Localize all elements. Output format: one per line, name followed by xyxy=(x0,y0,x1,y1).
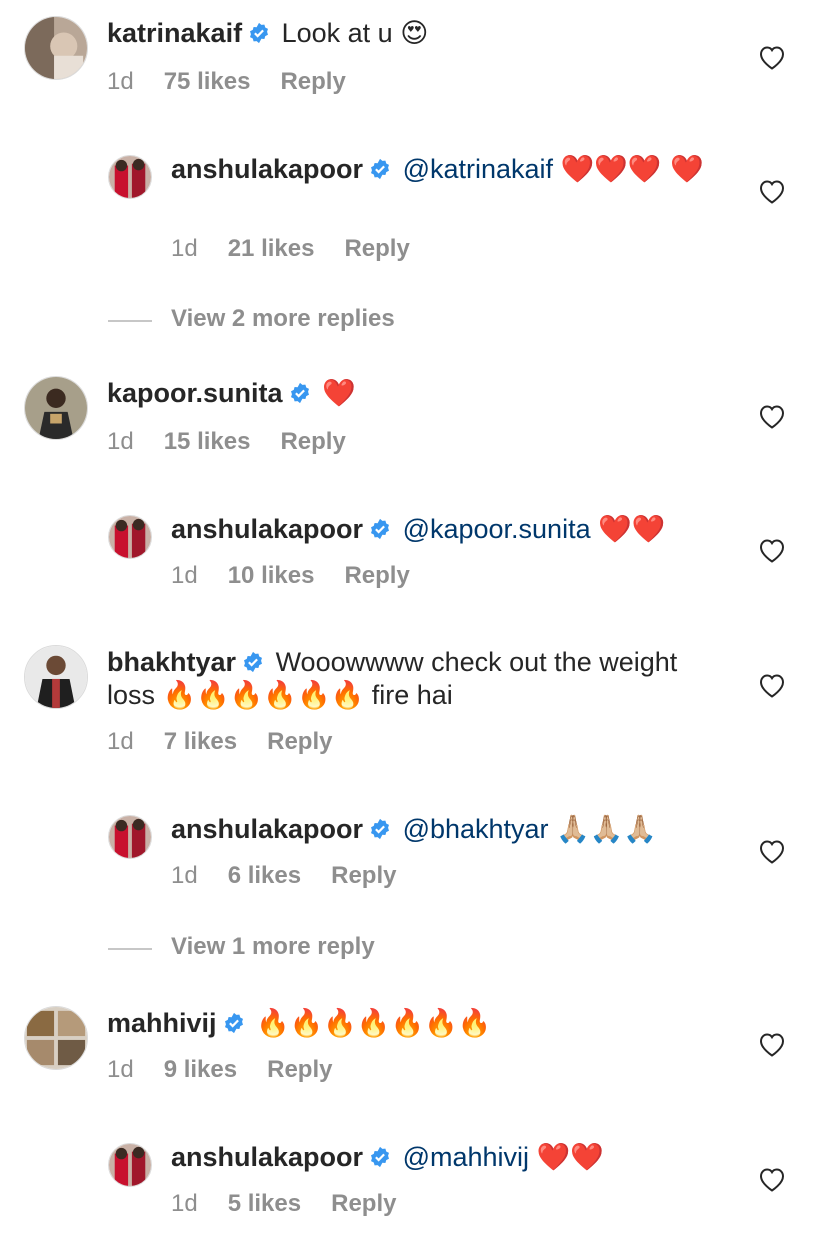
comment-time: 1d xyxy=(107,1056,134,1083)
avatar-anshulakapoor[interactable] xyxy=(108,155,152,199)
comment-likes[interactable]: 9 likes xyxy=(164,1056,237,1083)
reply-username[interactable]: anshulakapoor xyxy=(171,1142,363,1172)
avatar-kapoor-sunita[interactable] xyxy=(24,376,88,440)
comment-body: kapoor.sunita ❤️ xyxy=(107,377,727,410)
reply-username[interactable]: anshulakapoor xyxy=(171,814,363,844)
comment-emoji: 🔥🔥🔥🔥🔥🔥🔥 xyxy=(256,1008,492,1039)
verified-badge-icon xyxy=(369,1146,391,1168)
reply-button[interactable]: Reply xyxy=(344,235,409,262)
reply-time: 1d xyxy=(171,1190,198,1217)
reply-emoji: ❤️❤️❤️ ❤️ xyxy=(560,154,704,185)
heart-outline-icon[interactable] xyxy=(758,537,786,563)
reply-body: anshulakapoor @bhakhtyar 🙏🏼🙏🏼🙏🏼 xyxy=(171,813,711,846)
comment-emoji: 😍 xyxy=(400,18,429,49)
verified-badge-icon xyxy=(369,518,391,540)
reply-body: anshulakapoor @kapoor.sunita ❤️❤️ xyxy=(171,513,711,546)
view-more-divider xyxy=(108,948,152,950)
view-more-divider xyxy=(108,320,152,322)
comment-likes[interactable]: 15 likes xyxy=(164,428,251,455)
view-more-label[interactable]: View 1 more reply xyxy=(171,933,375,961)
comment-username[interactable]: mahhivij xyxy=(107,1008,217,1038)
reply-likes[interactable]: 5 likes xyxy=(228,1190,301,1217)
reply-button[interactable]: Reply xyxy=(267,1056,332,1083)
heart-outline-icon[interactable] xyxy=(758,838,786,864)
comment-text-after: fire hai xyxy=(371,680,453,710)
reply-mention[interactable]: @mahhivij xyxy=(403,1142,529,1172)
reply-mention[interactable]: @bhakhtyar xyxy=(403,814,549,844)
reply-meta: 1d 5 likes Reply xyxy=(171,1190,426,1218)
reply-time: 1d xyxy=(171,862,198,889)
reply-emoji: ❤️❤️ xyxy=(598,514,666,545)
comment-username[interactable]: kapoor.sunita xyxy=(107,378,283,408)
verified-badge-icon xyxy=(242,651,264,673)
comment-username[interactable]: bhakhtyar xyxy=(107,647,236,677)
heart-outline-icon[interactable] xyxy=(758,1166,786,1192)
comment-meta: 1d 75 likes Reply xyxy=(107,68,376,96)
verified-badge-icon xyxy=(369,818,391,840)
reply-button[interactable]: Reply xyxy=(331,862,396,889)
comment-time: 1d xyxy=(107,68,134,95)
comment-body: bhakhtyar Wooowwww check out the weight … xyxy=(107,646,727,712)
reply-meta: 1d 10 likes Reply xyxy=(171,562,440,590)
comment-emoji: 🔥🔥🔥🔥🔥🔥 xyxy=(162,680,365,711)
reply-likes[interactable]: 21 likes xyxy=(228,235,315,262)
reply-time: 1d xyxy=(171,235,198,262)
reply-username[interactable]: anshulakapoor xyxy=(171,154,363,184)
avatar-anshulakapoor[interactable] xyxy=(108,515,152,559)
avatar-mahhivij[interactable] xyxy=(24,1006,88,1070)
comment-meta: 1d 15 likes Reply xyxy=(107,428,376,456)
reply-mention[interactable]: @kapoor.sunita xyxy=(403,514,591,544)
reply-button[interactable]: Reply xyxy=(331,1190,396,1217)
view-more-label[interactable]: View 2 more replies xyxy=(171,305,395,333)
comment-time: 1d xyxy=(107,428,134,455)
heart-outline-icon[interactable] xyxy=(758,178,786,204)
verified-badge-icon xyxy=(369,158,391,180)
comment-time: 1d xyxy=(107,728,134,755)
reply-button[interactable]: Reply xyxy=(267,728,332,755)
avatar-bhakhtyar[interactable] xyxy=(24,645,88,709)
reply-body: anshulakapoor @mahhivij ❤️❤️ xyxy=(171,1141,711,1174)
comment-username[interactable]: katrinakaif xyxy=(107,18,242,48)
heart-outline-icon[interactable] xyxy=(758,1031,786,1057)
verified-badge-icon xyxy=(248,22,270,44)
reply-time: 1d xyxy=(171,562,198,589)
reply-username[interactable]: anshulakapoor xyxy=(171,514,363,544)
comment-likes[interactable]: 75 likes xyxy=(164,68,251,95)
reply-meta: 1d 6 likes Reply xyxy=(171,862,426,890)
avatar-anshulakapoor[interactable] xyxy=(108,1143,152,1187)
reply-button[interactable]: Reply xyxy=(280,68,345,95)
heart-outline-icon[interactable] xyxy=(758,672,786,698)
comment-body: mahhivij 🔥🔥🔥🔥🔥🔥🔥 xyxy=(107,1007,727,1040)
avatar-anshulakapoor[interactable] xyxy=(108,815,152,859)
reply-mention[interactable]: @katrinakaif xyxy=(403,154,553,184)
heart-outline-icon[interactable] xyxy=(758,403,786,429)
heart-outline-icon[interactable] xyxy=(758,44,786,70)
reply-likes[interactable]: 10 likes xyxy=(228,562,315,589)
reply-body: anshulakapoor @katrinakaif ❤️❤️❤️ ❤️ xyxy=(171,153,711,186)
reply-button[interactable]: Reply xyxy=(280,428,345,455)
reply-emoji: 🙏🏼🙏🏼🙏🏼 xyxy=(556,814,657,845)
reply-emoji: ❤️❤️ xyxy=(536,1142,604,1173)
reply-button[interactable]: Reply xyxy=(344,562,409,589)
avatar-katrinakaif[interactable] xyxy=(24,16,88,80)
comment-text: Look at u xyxy=(281,18,393,48)
comment-emoji: ❤️ xyxy=(322,378,356,409)
verified-badge-icon xyxy=(289,382,311,404)
reply-meta: 1d 21 likes Reply xyxy=(171,235,440,263)
comment-meta: 1d 9 likes Reply xyxy=(107,1056,362,1084)
comment-meta: 1d 7 likes Reply xyxy=(107,728,362,756)
comment-likes[interactable]: 7 likes xyxy=(164,728,237,755)
verified-badge-icon xyxy=(223,1012,245,1034)
reply-likes[interactable]: 6 likes xyxy=(228,862,301,889)
comment-body: katrinakaif Look at u 😍 xyxy=(107,17,727,50)
